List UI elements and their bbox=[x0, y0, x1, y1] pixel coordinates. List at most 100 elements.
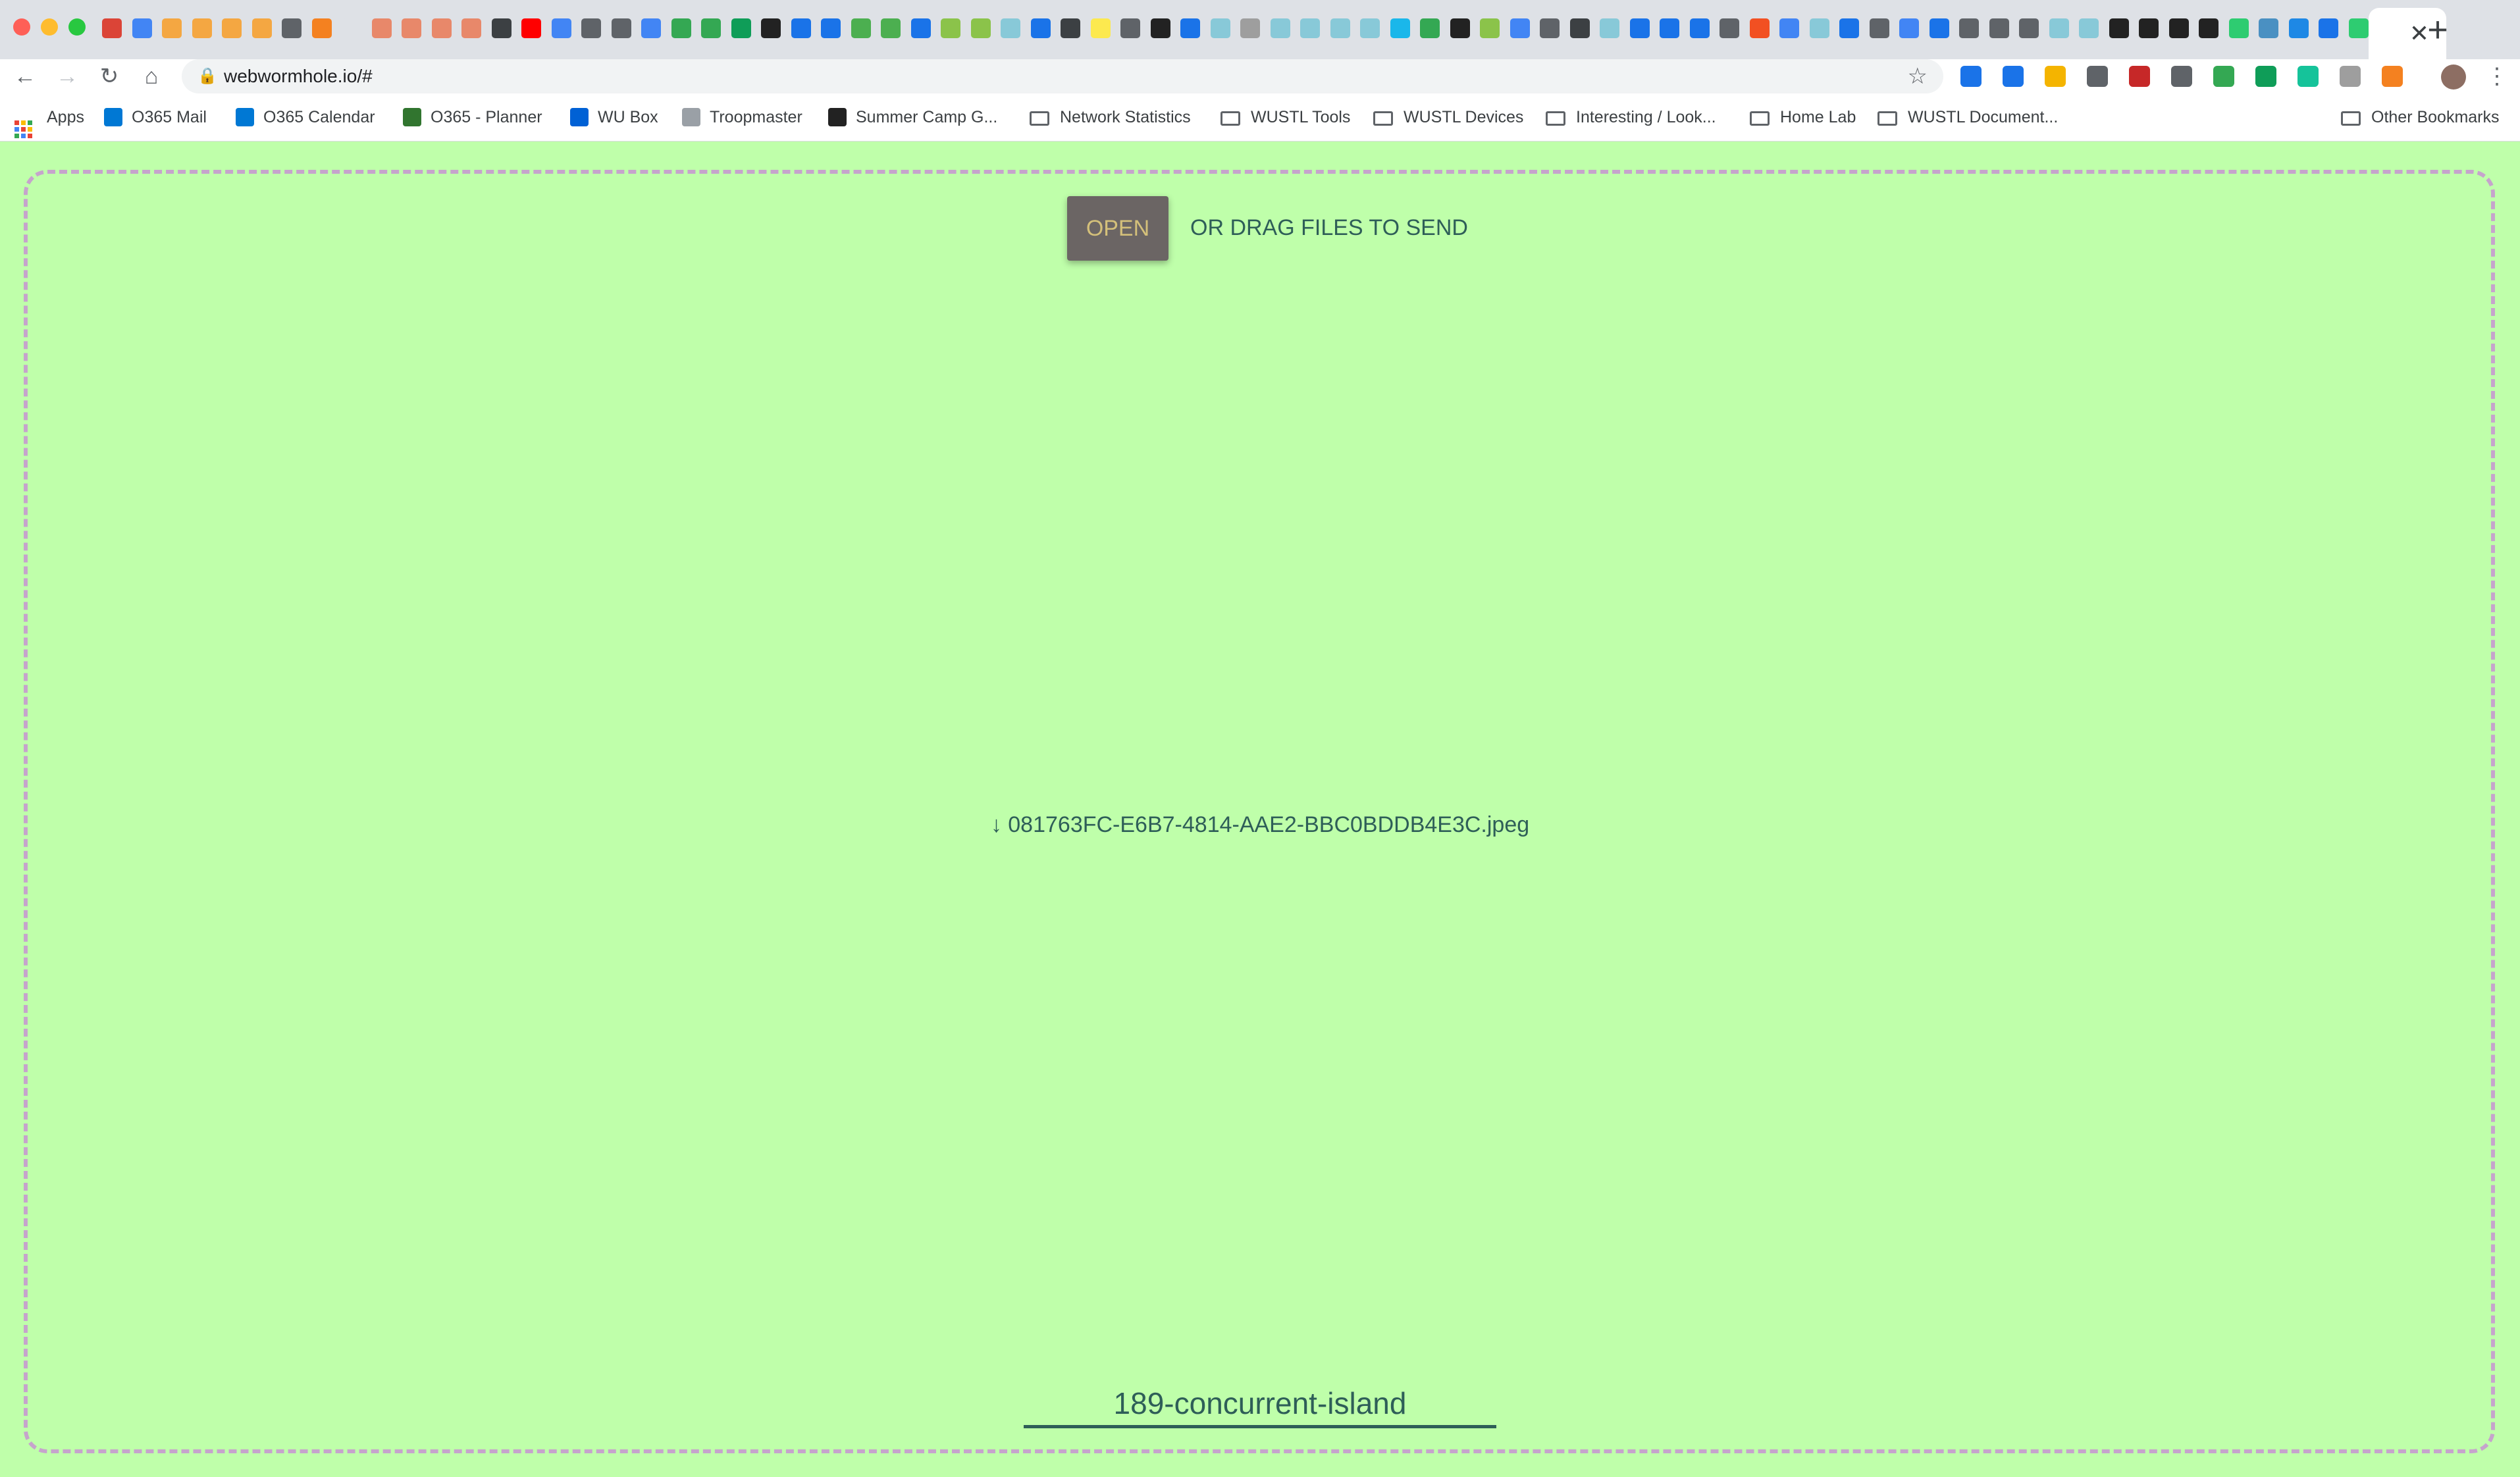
extension-icon[interactable] bbox=[2340, 66, 2361, 87]
pinned-tab-favicon[interactable] bbox=[1929, 18, 1949, 38]
pinned-tab-favicon[interactable] bbox=[641, 18, 661, 38]
pinned-tab-favicon[interactable] bbox=[671, 18, 691, 38]
pinned-tab-favicon[interactable] bbox=[162, 18, 182, 38]
new-tab-button[interactable]: + bbox=[2423, 11, 2452, 49]
bookmark-item[interactable]: Home Lab bbox=[1750, 93, 1856, 141]
extension-icon[interactable] bbox=[2382, 66, 2403, 87]
pinned-tab-favicon[interactable] bbox=[2348, 18, 2369, 38]
pinned-tab-favicon[interactable] bbox=[2109, 18, 2129, 38]
pinned-tab-favicon[interactable] bbox=[132, 18, 152, 38]
forward-arrow-icon[interactable]: → bbox=[50, 59, 84, 93]
pinned-tab-favicon[interactable] bbox=[2019, 18, 2039, 38]
pinned-tab-favicon[interactable] bbox=[2168, 18, 2189, 38]
home-icon[interactable]: ⌂ bbox=[134, 59, 169, 93]
pinned-tab-favicon[interactable] bbox=[551, 18, 571, 38]
pinned-tab-favicon[interactable] bbox=[1869, 18, 1889, 38]
open-button[interactable]: OPEN bbox=[1067, 196, 1168, 261]
pinned-tab-favicon[interactable] bbox=[791, 18, 811, 38]
extension-icon[interactable] bbox=[2297, 66, 2319, 87]
pinned-tab-favicon[interactable] bbox=[2079, 18, 2099, 38]
extension-icon[interactable] bbox=[2255, 66, 2276, 87]
pinned-tab-favicon[interactable] bbox=[1390, 18, 1410, 38]
reload-icon[interactable]: ↻ bbox=[92, 59, 126, 93]
bookmark-item[interactable]: O365 Mail bbox=[104, 93, 207, 141]
pinned-tab-favicon[interactable] bbox=[1420, 18, 1440, 38]
address-bar[interactable]: 🔒 webwormhole.io/# ☆ bbox=[182, 59, 1943, 93]
bookmark-item[interactable]: Summer Camp G... bbox=[828, 93, 997, 141]
pinned-tab-favicon[interactable] bbox=[431, 18, 452, 38]
pinned-tab-favicon[interactable] bbox=[1270, 18, 1290, 38]
back-arrow-icon[interactable]: ← bbox=[8, 59, 42, 93]
pinned-tab-favicon[interactable] bbox=[461, 18, 481, 38]
pinned-tab-favicon[interactable] bbox=[1719, 18, 1739, 38]
pinned-tab-favicon[interactable] bbox=[102, 18, 122, 38]
bookmark-item[interactable]: O365 Calendar bbox=[236, 93, 375, 141]
pinned-tab-favicon[interactable] bbox=[251, 18, 272, 38]
pinned-tab-favicon[interactable] bbox=[910, 18, 931, 38]
pinned-tab-favicon[interactable] bbox=[1629, 18, 1650, 38]
pinned-tab-favicon[interactable] bbox=[761, 18, 781, 38]
extension-icon[interactable] bbox=[2003, 66, 2024, 87]
pinned-tab-favicon[interactable] bbox=[1989, 18, 2009, 38]
bookmark-item[interactable]: WUSTL Tools bbox=[1221, 93, 1350, 141]
pinned-tab-favicon[interactable] bbox=[941, 18, 960, 38]
pinned-tab-favicon[interactable] bbox=[2049, 18, 2069, 38]
extension-icon[interactable] bbox=[2087, 66, 2108, 87]
pinned-tab-favicon[interactable] bbox=[1001, 18, 1020, 38]
pinned-tab-favicon[interactable] bbox=[1509, 18, 1530, 38]
pinned-tab-favicon[interactable] bbox=[731, 18, 751, 38]
extension-icon[interactable] bbox=[2171, 66, 2192, 87]
pinned-tab-favicon[interactable] bbox=[1959, 18, 1979, 38]
pinned-tab-favicon[interactable] bbox=[1660, 18, 1679, 38]
pinned-tab-favicon[interactable] bbox=[1450, 18, 1470, 38]
pinned-tab-favicon[interactable] bbox=[1120, 18, 1140, 38]
extension-icon[interactable] bbox=[2213, 66, 2234, 87]
window-minimize-button[interactable] bbox=[41, 18, 58, 36]
pinned-tab-favicon[interactable] bbox=[1689, 18, 1710, 38]
pinned-tab-favicon[interactable] bbox=[2288, 18, 2309, 38]
bookmark-item[interactable]: O365 - Planner bbox=[403, 93, 542, 141]
window-close-button[interactable] bbox=[13, 18, 30, 36]
pinned-tab-favicon[interactable] bbox=[581, 18, 601, 38]
pinned-tab-favicon[interactable] bbox=[402, 18, 421, 38]
pinned-tab-favicon[interactable] bbox=[611, 18, 631, 38]
pinned-tab-favicon[interactable] bbox=[701, 18, 721, 38]
pinned-tab-favicon[interactable] bbox=[1480, 18, 1500, 38]
pinned-tab-favicon[interactable] bbox=[311, 18, 332, 38]
pinned-tab-favicon[interactable] bbox=[851, 18, 871, 38]
pinned-tab-favicon[interactable] bbox=[2139, 18, 2159, 38]
pinned-tab-favicon[interactable] bbox=[1600, 18, 1619, 38]
pinned-tab-favicon[interactable] bbox=[1150, 18, 1170, 38]
pinned-tab-favicon[interactable] bbox=[970, 18, 991, 38]
pinned-tab-favicon[interactable] bbox=[1330, 18, 1350, 38]
pinned-tab-favicon[interactable] bbox=[2199, 18, 2218, 38]
pinned-tab-favicon[interactable] bbox=[491, 18, 512, 38]
pinned-tab-favicon[interactable] bbox=[881, 18, 901, 38]
pinned-tab-favicon[interactable] bbox=[192, 18, 212, 38]
pinned-tab-favicon[interactable] bbox=[1899, 18, 1919, 38]
received-file-link[interactable]: ↓ 081763FC-E6B7-4814-AAE2-BBC0BDDB4E3C.j… bbox=[0, 808, 2520, 841]
window-maximize-button[interactable] bbox=[68, 18, 86, 36]
pinned-tab-favicon[interactable] bbox=[1569, 18, 1590, 38]
pinned-tab-favicon[interactable] bbox=[1839, 18, 1859, 38]
bookmark-item[interactable]: WUSTL Devices bbox=[1373, 93, 1523, 141]
profile-avatar[interactable] bbox=[2441, 65, 2466, 90]
pinned-tab-favicon[interactable] bbox=[1030, 18, 1051, 38]
bookmark-item[interactable]: Interesting / Look... bbox=[1546, 93, 1716, 141]
pinned-tab-favicon[interactable] bbox=[2228, 18, 2249, 38]
wormhole-code-input[interactable] bbox=[1024, 1381, 1496, 1428]
pinned-tab-favicon[interactable] bbox=[1749, 18, 1770, 38]
extension-icon[interactable] bbox=[2129, 66, 2150, 87]
url-text[interactable]: webwormhole.io/# bbox=[224, 59, 373, 93]
pinned-tab-favicon[interactable] bbox=[1809, 18, 1829, 38]
pinned-tab-favicon[interactable] bbox=[1300, 18, 1320, 38]
extension-icon[interactable] bbox=[2045, 66, 2066, 87]
more-menu-icon[interactable]: ⋮ bbox=[2486, 59, 2508, 93]
pinned-tab-favicon[interactable] bbox=[521, 18, 541, 38]
extension-icon[interactable] bbox=[1960, 66, 1982, 87]
pinned-tab-favicon[interactable] bbox=[1540, 18, 1560, 38]
pinned-tab-favicon[interactable] bbox=[821, 18, 841, 38]
pinned-tab-favicon[interactable] bbox=[1779, 18, 1799, 38]
pinned-tab-favicon[interactable] bbox=[1061, 18, 1080, 38]
pinned-tab-favicon[interactable] bbox=[2319, 18, 2338, 38]
